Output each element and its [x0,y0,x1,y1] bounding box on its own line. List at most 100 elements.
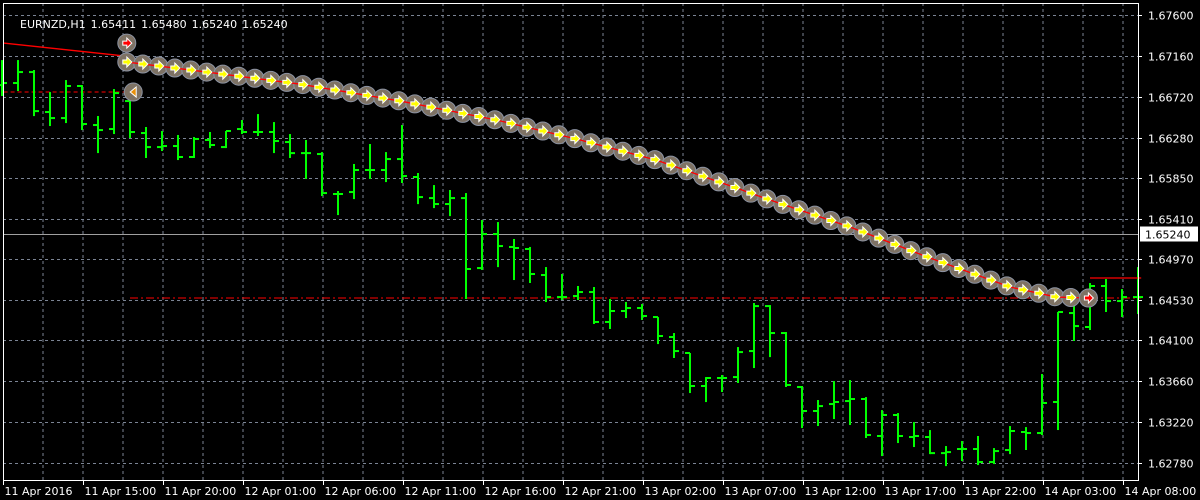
time-axis-label: 13 Apr 07:00 [725,485,797,498]
chart-header: EURNZD,H1 1.65411 1.65480 1.65240 1.65240 [6,5,293,44]
ohlc-bar [973,436,983,466]
ohlc-bar [93,116,103,154]
ohlc-bar [541,267,551,303]
ohlc-bar [925,430,935,455]
ohlc-bar [669,333,679,359]
indicator-lead-line [3,42,126,57]
ohlc-bar [413,172,423,205]
time-axis-label: 12 Apr 16:00 [485,485,557,498]
price-axis-label: 1.63220 [1148,417,1194,430]
price-chart[interactable]: 1.67600 1.67160 1.66720 1.66280 1.65850 1.654… [0,0,1200,500]
time-axis-label: 14 Apr 08:00 [1125,485,1197,498]
ohlc-bar [1005,426,1015,455]
ohlc-bar [269,122,279,154]
ohlc-bar [333,191,343,216]
ohlc-bar [429,185,439,209]
symbol-timeframe: EURNZD,H1 [20,18,86,31]
ohlc-bar [1021,427,1031,451]
ohlc-bar [237,120,247,135]
price-axis-label: 1.63660 [1148,376,1194,389]
ohlc-bar [893,413,903,444]
ohlc-bar [765,305,775,358]
time-axis-label: 13 Apr 02:00 [645,485,717,498]
chart-window[interactable]: 1.67600 1.67160 1.66720 1.66280 1.65850 1.654… [0,0,1200,500]
ohlc-bar [989,448,999,465]
ohlc-bar [365,143,375,180]
ohlc-bar [461,193,471,299]
price-axis-label: 1.66720 [1148,92,1194,105]
price-axis-label: 1.67160 [1148,51,1194,64]
ohlc-bar [605,299,615,330]
price-axis-label: 1.64970 [1148,254,1194,267]
ohlc-bar [189,137,199,159]
time-axis-label: 13 Apr 22:00 [965,485,1037,498]
price-axis-label: 1.62780 [1148,458,1194,471]
ohlc-bar [205,132,215,149]
ohlc-bar [525,246,535,284]
high-price: 1.65480 [141,18,187,31]
ohlc-bar [317,152,327,197]
ohlc-bar [1037,374,1047,436]
ohlc-bar [13,60,23,91]
ohlc-bar [173,134,183,161]
price-axis-label: 1.64530 [1148,295,1194,308]
ohlc-bar [717,375,727,393]
time-axis-label: 11 Apr 15:00 [85,485,157,498]
ohlc-bar [141,126,151,159]
ohlc-bar [1053,311,1063,431]
ohlc-bar [941,446,951,467]
ohlc-bar [621,301,631,319]
time-axis-label: 11 Apr 2016 [5,485,73,498]
ohlc-bar [125,100,135,139]
ohlc-bar [221,129,231,149]
ohlc-bar [477,220,487,270]
price-axis-label: 1.67600 [1148,10,1194,23]
ohlc-bar [701,377,711,403]
ohlc-bar [301,140,311,180]
ohlc-bar [493,222,503,268]
bid-price-label: 1.65240 [1145,229,1191,242]
ohlc-bar [877,410,887,457]
open-price: 1.65411 [90,18,137,31]
ohlc-bar [285,134,295,159]
price-axis-label: 1.65410 [1148,214,1194,227]
ohlc-bar [797,386,807,429]
ohlc-bar [445,190,455,217]
ohlc-bar [845,380,855,426]
ohlc-bar [1101,279,1111,313]
ohlc-bar [349,163,359,200]
ohlc-bar [749,303,759,369]
time-axis-label: 13 Apr 17:00 [885,485,957,498]
ohlc-bar [733,347,743,384]
ohlc-bar [909,422,919,448]
time-axis-label: 11 Apr 20:00 [165,485,237,498]
price-axis-label: 1.64100 [1148,335,1194,348]
ohlc-bar [61,80,71,124]
time-axis-label: 12 Apr 01:00 [245,485,317,498]
ohlc-bar [509,238,519,281]
time-axis-label: 12 Apr 06:00 [325,485,397,498]
ohlc-bar [77,85,87,131]
ohlc-bar [157,130,167,152]
time-axis-label: 14 Apr 03:00 [1045,485,1117,498]
ohlc-bar [829,381,839,420]
close-price: 1.65240 [242,18,288,31]
ohlc-bar [637,304,647,320]
ohlc-bar [557,274,567,301]
ohlc-bar [397,125,407,184]
ohlc-bar [381,152,391,183]
ohlc-bar [653,316,663,345]
ohlc-bar [861,397,871,439]
low-price: 1.65240 [191,18,238,31]
time-axis-label: 12 Apr 21:00 [565,485,637,498]
time-axis-label: 12 Apr 11:00 [405,485,477,498]
ohlc-bar [109,89,119,135]
ohlc-bar [1117,289,1127,318]
ohlc-bar [589,287,599,324]
price-axis-label: 1.65850 [1148,173,1194,186]
ohlc-bar [957,441,967,462]
ohlc-bar [29,70,39,117]
price-axis-label: 1.66280 [1148,133,1194,146]
time-axis-label: 13 Apr 12:00 [805,485,877,498]
ohlc-bar [685,352,695,394]
